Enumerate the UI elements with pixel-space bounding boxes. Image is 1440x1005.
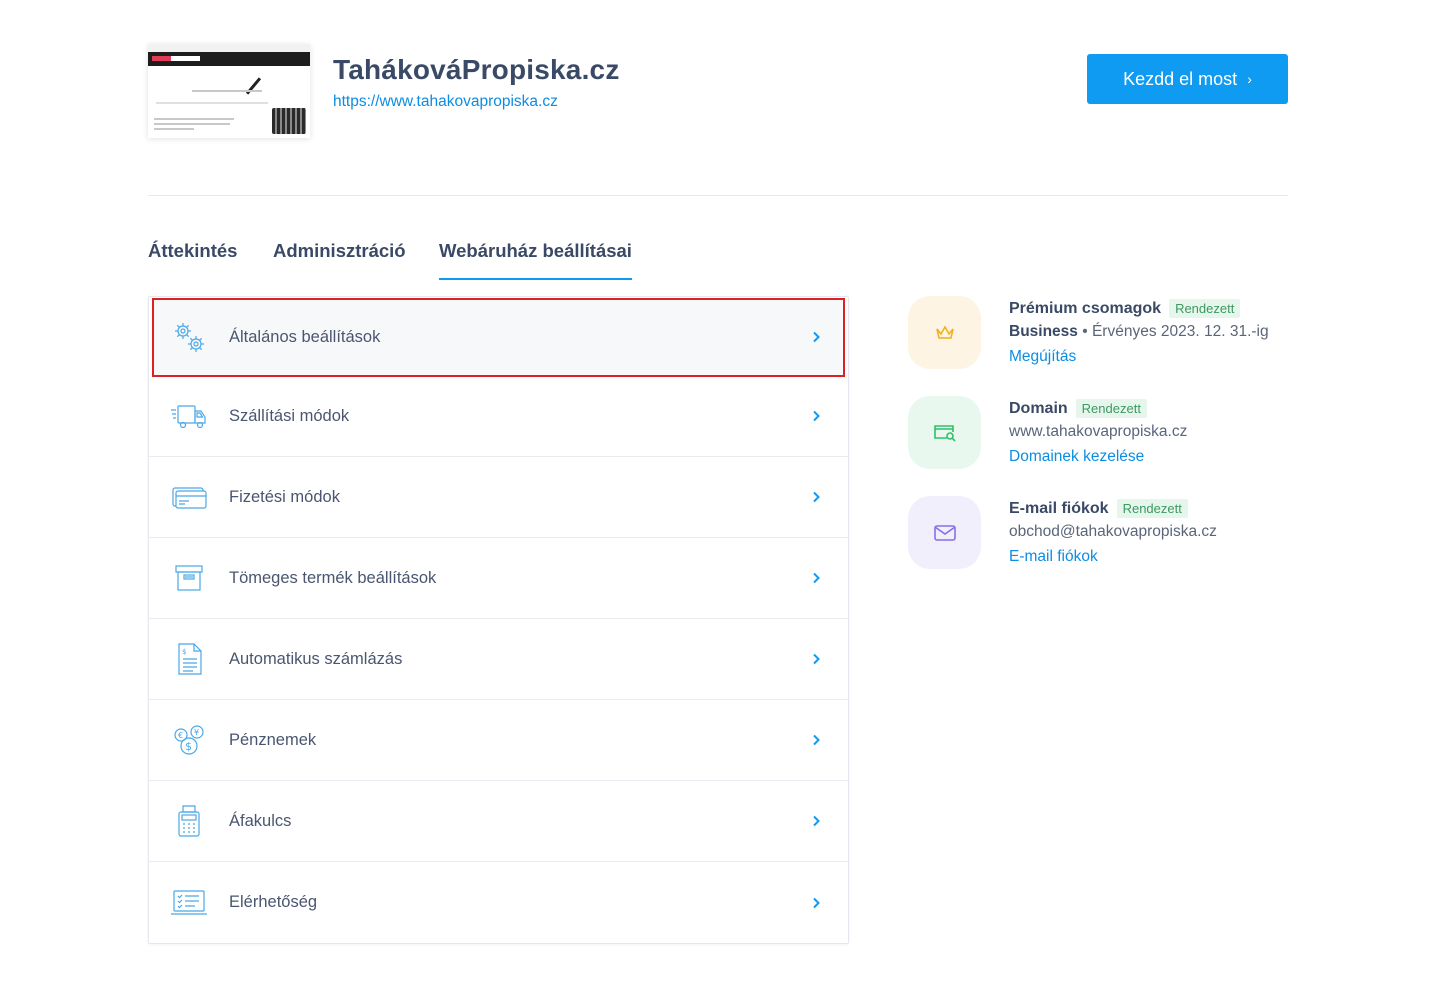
calculator-icon <box>178 805 200 837</box>
svg-text:€: € <box>178 731 183 740</box>
tab-webshop-settings[interactable]: Webáruház beállításai <box>439 240 632 280</box>
chevron-right-icon <box>813 491 820 503</box>
chevron-right-icon <box>813 653 820 665</box>
premium-plan-info: Business • Érvényes 2023. 12. 31.-ig <box>1009 323 1269 341</box>
email-accounts-panel: E-mail fiókok Rendezett obchod@tahakovap… <box>908 496 1288 571</box>
tab-overview[interactable]: Áttekintés <box>148 240 237 262</box>
premium-title: Prémium csomagok <box>1009 299 1162 317</box>
chevron-right-icon <box>813 897 820 908</box>
plan-validity: • Érvényes 2023. 12. 31.-ig <box>1082 323 1269 340</box>
manage-domains-link[interactable]: Domainek kezelése <box>1009 448 1144 466</box>
email-title-row: E-mail fiókok Rendezett <box>1009 499 1188 518</box>
settings-item-invoicing[interactable]: $ Automatikus számlázás <box>149 619 848 700</box>
settings-item-contact[interactable]: Elérhetőség <box>149 862 848 943</box>
settings-item-payment[interactable]: Fizetési módok <box>149 457 848 538</box>
tab-administration[interactable]: Adminisztráció <box>273 240 406 262</box>
crown-icon <box>908 296 981 369</box>
settings-item-shipping[interactable]: Szállítási módok <box>149 376 848 457</box>
email-accounts-link[interactable]: E-mail fiókok <box>1009 548 1098 566</box>
start-now-button[interactable]: Kezdd el most › <box>1087 54 1288 104</box>
renew-link[interactable]: Megújítás <box>1009 348 1076 366</box>
settings-item-label: Szállítási módok <box>229 406 350 425</box>
chevron-right-icon <box>813 410 820 422</box>
settings-item-bulk-products[interactable]: Tömeges termék beállítások <box>149 538 848 619</box>
site-thumbnail <box>148 44 310 138</box>
settings-item-currencies[interactable]: € ¥ $ Pénznemek <box>149 700 848 781</box>
gears-icon <box>175 323 204 352</box>
settings-item-label: Általános beállítások <box>229 327 381 346</box>
plan-name: Business <box>1009 323 1078 340</box>
svg-text:$: $ <box>185 740 192 753</box>
domain-title-row: Domain Rendezett <box>1009 399 1147 418</box>
domain-search-icon <box>908 396 981 469</box>
chevron-right-icon <box>813 572 820 584</box>
email-value: obchod@tahakovapropiska.cz <box>1009 523 1217 540</box>
email-title: E-mail fiókok <box>1009 499 1109 517</box>
currency-coins-icon: € ¥ $ <box>174 725 204 755</box>
settings-item-label: Elérhetőség <box>229 893 318 911</box>
premium-title-row: Prémium csomagok Rendezett <box>1009 299 1241 318</box>
chevron-right-icon <box>813 815 820 827</box>
status-badge: Rendezett <box>1075 399 1147 418</box>
chevron-right-icon: › <box>1247 71 1252 87</box>
header-divider <box>148 195 1288 196</box>
chevron-right-icon <box>813 331 820 343</box>
svg-text:¥: ¥ <box>194 728 199 737</box>
laptop-checklist-icon <box>171 889 207 915</box>
site-title: TahákováPropiska.cz <box>333 54 620 85</box>
domain-title: Domain <box>1009 399 1068 417</box>
settings-item-label: Pénznemek <box>229 730 317 749</box>
settings-item-label: Áfakulcs <box>229 811 292 830</box>
domain-value: www.tahakovapropiska.cz <box>1009 423 1188 440</box>
settings-item-label: Fizetési módok <box>229 487 340 506</box>
settings-item-label: Tömeges termék beállítások <box>229 568 437 587</box>
start-now-label: Kezdd el most <box>1123 68 1238 89</box>
settings-item-general[interactable]: Általános beállítások <box>152 298 845 377</box>
premium-packages-panel: Prémium csomagok Rendezett Business • Ér… <box>908 296 1288 371</box>
domain-panel: Domain Rendezett www.tahakovapropiska.cz… <box>908 396 1288 471</box>
svg-text:$: $ <box>182 648 186 656</box>
status-badge: Rendezett <box>1116 499 1188 518</box>
site-url-link[interactable]: https://www.tahakovapropiska.cz <box>333 93 558 111</box>
invoice-icon: $ <box>178 643 202 675</box>
settings-item-label: Automatikus számlázás <box>229 649 403 668</box>
truck-icon <box>171 405 206 429</box>
settings-item-vat[interactable]: Áfakulcs <box>149 781 848 862</box>
envelope-icon <box>908 496 981 569</box>
chevron-right-icon <box>813 734 820 746</box>
archive-box-icon <box>175 565 203 591</box>
settings-list: Általános beállítások Szállítási módok F… <box>148 296 849 944</box>
credit-card-icon <box>172 487 207 509</box>
status-badge: Rendezett <box>1169 299 1241 318</box>
